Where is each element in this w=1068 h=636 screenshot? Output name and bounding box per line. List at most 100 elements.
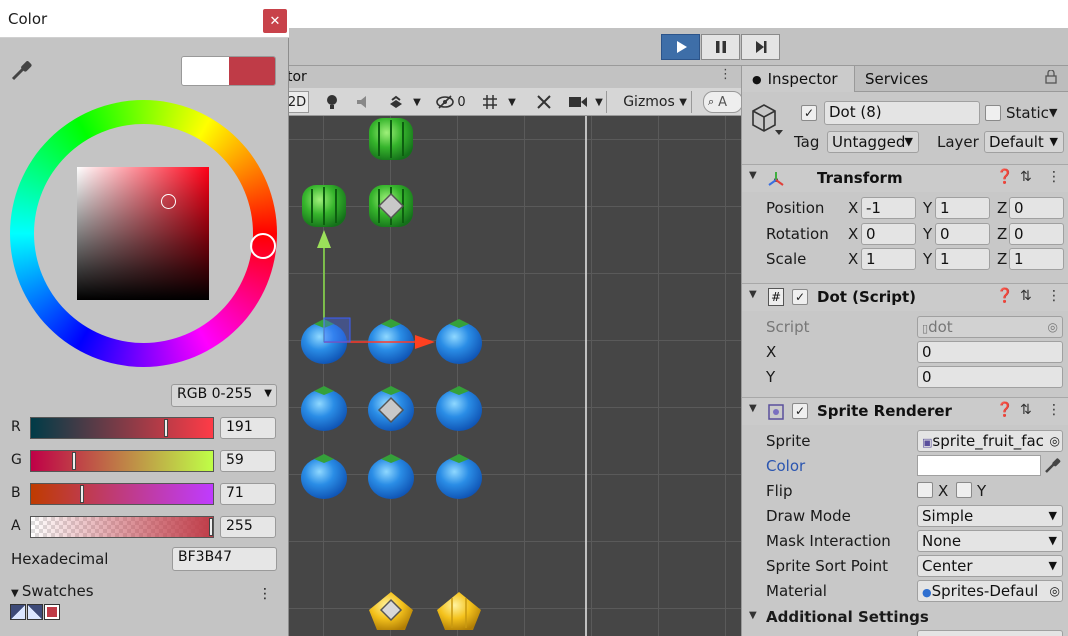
swatches-menu-icon[interactable]: ⋮ (258, 586, 272, 602)
sprite-renderer-header[interactable]: ▼ ✓ Sprite Renderer ❓ ⇅ ⋮ (742, 397, 1068, 425)
color-field[interactable] (917, 455, 1041, 476)
channel-value-input[interactable]: 191 (220, 417, 276, 439)
more-options-icon[interactable]: ⋮ (1047, 402, 1061, 418)
step-button[interactable] (741, 34, 780, 60)
scene-grid[interactable] (289, 116, 741, 636)
sorting-layer-field-partial[interactable] (917, 630, 1063, 636)
axis-x-label[interactable]: X (848, 199, 858, 217)
flip-y-checkbox[interactable] (956, 482, 972, 498)
transform-y-field[interactable]: 1 (935, 248, 990, 270)
sprite-field[interactable]: ▣sprite_fruit_fac ◎ (917, 430, 1063, 452)
scene-search-field[interactable]: ⌕ A (703, 91, 741, 113)
more-options-icon[interactable]: ⋮ (719, 67, 732, 82)
2d-toggle-button[interactable]: 2D (289, 91, 309, 113)
scene-canvas[interactable] (289, 116, 741, 636)
play-button[interactable] (661, 34, 700, 60)
audio-toggle-icon[interactable] (353, 91, 375, 113)
hex-input[interactable]: BF3B47 (172, 547, 277, 571)
tab-inspector[interactable]: ● Inspector (742, 66, 855, 92)
transform-z-field[interactable]: 0 (1009, 197, 1064, 219)
previous-color-swatch[interactable] (182, 57, 229, 85)
grid-dropdown-arrow[interactable]: ▼ (505, 91, 519, 113)
axis-z-label[interactable]: Z (997, 199, 1007, 217)
dot-x-field[interactable]: 0 (917, 341, 1063, 363)
transform-header[interactable]: ▼ Transform ❓ ⇅ ⋮ (742, 164, 1068, 192)
lighting-toggle-icon[interactable] (321, 91, 343, 113)
hue-handle[interactable] (250, 233, 276, 259)
channel-slider[interactable] (30, 483, 214, 505)
draw-mode-dropdown[interactable]: Simple ▼ (917, 505, 1063, 527)
grid-toggle-icon[interactable] (479, 91, 501, 113)
layer-dropdown[interactable]: Default ▼ (984, 131, 1064, 153)
presets-icon[interactable]: ⇅ (1020, 402, 1032, 418)
slider-knob[interactable] (80, 485, 85, 503)
transform-z-field[interactable]: 1 (1009, 248, 1064, 270)
camera-icon[interactable] (567, 91, 589, 113)
effects-dropdown-arrow[interactable]: ▼ (410, 91, 424, 113)
color-compare-swatch[interactable] (181, 56, 276, 86)
more-options-icon[interactable]: ⋮ (1047, 169, 1061, 185)
axis-x-label[interactable]: X (848, 225, 858, 243)
close-button[interactable]: ✕ (263, 9, 287, 33)
material-field[interactable]: ●Sprites-Defaul ◎ (917, 580, 1063, 602)
axis-y-label[interactable]: Y (923, 250, 932, 268)
mask-interaction-dropdown[interactable]: None ▼ (917, 530, 1063, 552)
pause-button[interactable] (701, 34, 740, 60)
help-icon[interactable]: ❓ (996, 402, 1013, 418)
axis-y-label[interactable]: Y (923, 225, 932, 243)
eyedropper-icon[interactable] (10, 58, 34, 82)
transform-x-field[interactable]: 0 (861, 223, 916, 245)
channel-slider[interactable] (30, 417, 214, 439)
effects-toggle-icon[interactable] (385, 91, 407, 113)
dot-y-field[interactable]: 0 (917, 366, 1063, 388)
color-mode-dropdown[interactable]: RGB 0-255 ▼ (171, 384, 277, 407)
help-icon[interactable]: ❓ (996, 288, 1013, 304)
channel-slider[interactable] (30, 450, 214, 472)
flip-x-checkbox[interactable] (917, 482, 933, 498)
swatches-header[interactable]: ▼ Swatches (11, 582, 94, 600)
eyedropper-icon[interactable] (1043, 455, 1063, 476)
presets-icon[interactable]: ⇅ (1020, 169, 1032, 185)
scene-tab-label[interactable]: tor (289, 69, 307, 85)
saturation-value-square[interactable] (77, 167, 209, 300)
sv-handle[interactable] (161, 194, 176, 209)
transform-x-field[interactable]: -1 (861, 197, 916, 219)
tab-services[interactable]: Services (855, 66, 965, 92)
channel-value-input[interactable]: 71 (220, 483, 276, 505)
swatch-item[interactable] (27, 604, 43, 620)
slider-knob[interactable] (209, 518, 213, 536)
dot-script-header[interactable]: ▼ # ✓ Dot (Script) ❓ ⇅ ⋮ (742, 283, 1068, 311)
swatch-item[interactable] (44, 604, 60, 620)
swatch-item[interactable] (10, 604, 26, 620)
additional-settings-foldout[interactable]: ▼ Additional Settings (742, 606, 1068, 630)
object-picker-icon[interactable]: ◎ (1049, 431, 1060, 451)
transform-y-field[interactable]: 1 (935, 197, 990, 219)
more-options-icon[interactable]: ⋮ (1047, 288, 1061, 304)
transform-x-field[interactable]: 1 (861, 248, 916, 270)
scene-view[interactable]: tor ⋮ 2D ▼ 0 ▼ ▼ Gizmos ▼ ⌕ A (289, 66, 741, 636)
gameobject-icon[interactable] (749, 102, 785, 138)
static-checkbox[interactable] (985, 105, 1001, 121)
presets-icon[interactable]: ⇅ (1020, 288, 1032, 304)
axis-z-label[interactable]: Z (997, 250, 1007, 268)
tag-dropdown[interactable]: Untagged ▼ (827, 131, 919, 153)
transform-y-field[interactable]: 0 (935, 223, 990, 245)
camera-dropdown-arrow[interactable]: ▼ (592, 91, 606, 113)
object-name-field[interactable]: Dot (8) (824, 101, 980, 125)
slider-knob[interactable] (72, 452, 77, 470)
axis-x-label[interactable]: X (848, 250, 858, 268)
channel-value-input[interactable]: 255 (220, 516, 276, 538)
static-dropdown-arrow[interactable]: ▼ (1049, 106, 1057, 119)
slider-knob[interactable] (164, 419, 169, 437)
object-picker-icon[interactable]: ◎ (1049, 581, 1060, 601)
axis-y-label[interactable]: Y (923, 199, 932, 217)
sprite-sort-point-dropdown[interactable]: Center ▼ (917, 555, 1063, 577)
hidden-objects-toggle[interactable]: 0 (431, 91, 471, 113)
help-icon[interactable]: ❓ (996, 169, 1013, 185)
active-checkbox[interactable]: ✓ (801, 105, 817, 121)
dot-script-enabled-checkbox[interactable]: ✓ (792, 289, 808, 305)
lock-icon[interactable] (1045, 69, 1057, 88)
axis-z-label[interactable]: Z (997, 225, 1007, 243)
tools-icon[interactable] (533, 91, 555, 113)
sprite-renderer-enabled-checkbox[interactable]: ✓ (792, 403, 808, 419)
